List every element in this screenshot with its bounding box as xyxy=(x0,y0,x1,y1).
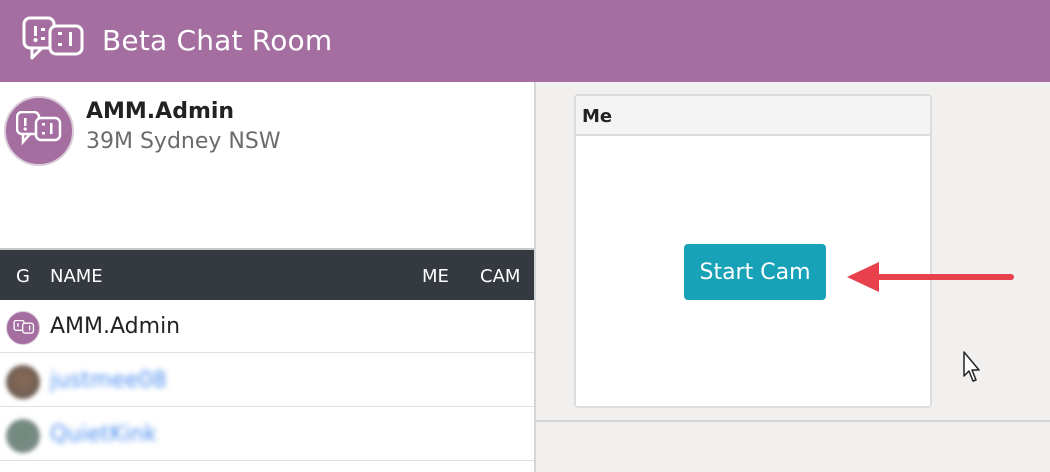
user-row[interactable]: AMM.Admin xyxy=(0,300,534,353)
app-title: Beta Chat Room xyxy=(102,24,333,57)
mouse-cursor-icon xyxy=(963,351,980,382)
user-avatar xyxy=(6,311,40,345)
chat-logo-icon xyxy=(13,320,35,334)
user-row[interactable]: justmee08 xyxy=(0,354,534,407)
my-camera-panel: Me Start Cam xyxy=(574,94,932,408)
user-avatar xyxy=(6,419,40,453)
user-name: justmee08 xyxy=(50,368,167,393)
divider xyxy=(536,420,1050,422)
app-header: Beta Chat Room xyxy=(0,0,1050,82)
profile-card: AMM.Admin 39M Sydney NSW xyxy=(0,82,534,250)
user-name: QuietKink xyxy=(50,422,157,447)
profile-name: AMM.Admin xyxy=(86,99,235,124)
user-list-header: G NAME ME CAM xyxy=(0,250,534,300)
profile-avatar[interactable] xyxy=(4,96,74,166)
user-name: AMM.Admin xyxy=(50,314,181,339)
left-panel: AMM.Admin 39M Sydney NSW G NAME ME CAM A… xyxy=(0,82,534,472)
chat-logo-icon xyxy=(16,111,62,146)
user-avatar xyxy=(6,365,40,399)
user-row[interactable]: QuietKink xyxy=(0,408,534,461)
camera-panel-title: Me xyxy=(582,106,613,127)
start-cam-button[interactable]: Start Cam xyxy=(684,244,826,300)
arrow-annotation-icon xyxy=(847,262,1014,292)
column-name[interactable]: NAME xyxy=(50,266,103,287)
chat-logo-icon xyxy=(22,16,84,60)
profile-details: 39M Sydney NSW xyxy=(86,129,281,154)
column-gender[interactable]: G xyxy=(16,266,30,287)
column-cam[interactable]: CAM xyxy=(480,266,520,287)
camera-panel-header: Me xyxy=(576,96,930,136)
column-me[interactable]: ME xyxy=(422,266,449,287)
